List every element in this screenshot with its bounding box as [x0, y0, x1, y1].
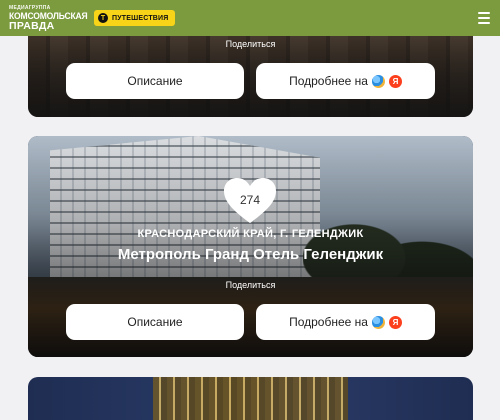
- share-link[interactable]: Поделиться: [28, 39, 473, 49]
- hamburger-menu-icon[interactable]: [478, 12, 490, 24]
- more-on-yandex-button[interactable]: Подробнее на Я: [256, 304, 435, 340]
- like-button[interactable]: 274: [222, 176, 278, 226]
- hotel-title[interactable]: Метрополь Гранд Отель Геленджик: [28, 246, 473, 263]
- likes-count: 274: [239, 193, 261, 207]
- globe-icon: [371, 315, 385, 329]
- kp-logo[interactable]: МЕДИАГРУППА КОМСОМОЛЬСКАЯ ПРАВДА: [9, 6, 88, 32]
- travel-t-icon: Т: [98, 13, 108, 23]
- globe-icon: [371, 74, 385, 88]
- hotel-card[interactable]: 274 КРАСНОДАРСКИЙ КРАЙ, Г. ГЕЛЕНДЖИК Мет…: [28, 136, 473, 357]
- travel-section-label: ПУТЕШЕСТВИЯ: [112, 14, 169, 22]
- yandex-icon: Я: [388, 315, 402, 329]
- description-button[interactable]: Описание: [66, 304, 244, 340]
- share-link[interactable]: Поделиться: [28, 280, 473, 290]
- logo-bottom-text: ПРАВДА: [9, 19, 55, 32]
- more-button-label: Подробнее на: [289, 315, 368, 329]
- description-button[interactable]: Описание: [66, 63, 244, 99]
- logo-mid-text: КОМСОМОЛЬСКАЯ: [9, 11, 88, 22]
- hotel-photo: [153, 377, 348, 420]
- more-on-yandex-button[interactable]: Подробнее на Я: [256, 63, 435, 99]
- more-button-label: Подробнее на: [289, 74, 368, 88]
- yandex-icon: Я: [388, 74, 402, 88]
- hotel-region: КРАСНОДАРСКИЙ КРАЙ, Г. ГЕЛЕНДЖИК: [137, 228, 364, 240]
- travel-section-badge[interactable]: Т ПУТЕШЕСТВИЯ: [94, 10, 175, 26]
- top-header: МЕДИАГРУППА КОМСОМОЛЬСКАЯ ПРАВДА Т ПУТЕШ…: [0, 0, 500, 36]
- hotel-card[interactable]: [28, 377, 473, 420]
